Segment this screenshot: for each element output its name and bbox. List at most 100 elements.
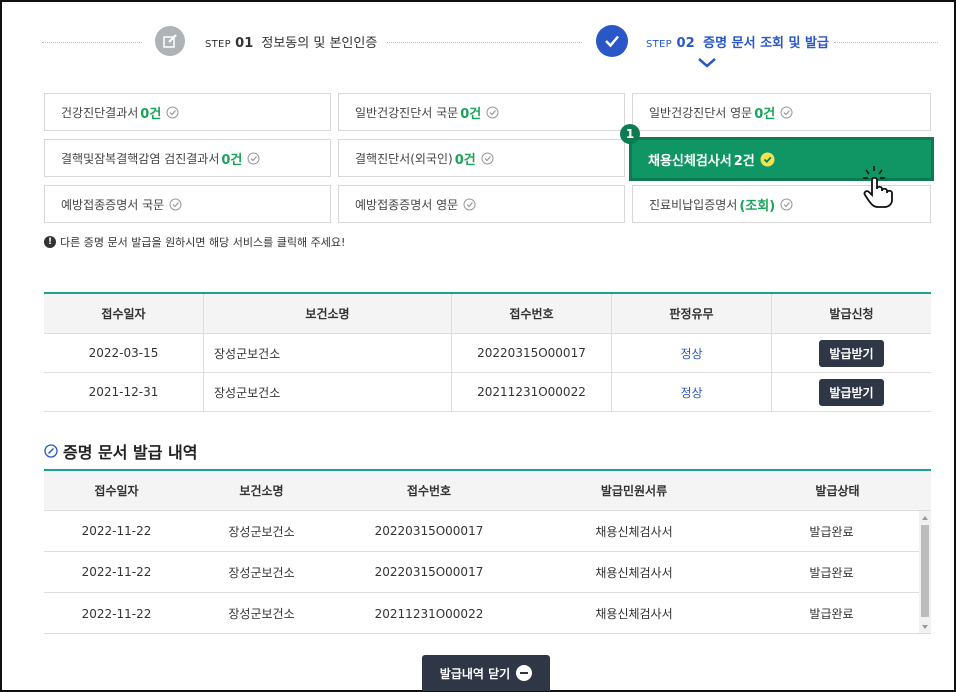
table-row: 2022-03-15 장성군보건소 20220315O00017 정상 발급받기 xyxy=(44,334,931,373)
col-header: 발급민원서류 xyxy=(600,484,668,498)
cell-status: 발급완료 xyxy=(809,565,854,580)
check-circle-icon xyxy=(169,198,182,210)
cell-status: 발급완료 xyxy=(809,607,854,621)
doc-label: 결핵및잠복결핵감염 검진결과서 xyxy=(61,151,220,166)
check-circle-icon xyxy=(780,106,793,118)
doc-label: 예방접종증명서 영문 xyxy=(355,197,459,212)
cell-doc: 채용신체검사서 xyxy=(595,565,673,580)
history-table-body[interactable]: 2022-11-22 장성군보건소 20220315O00017 채용신체검사서… xyxy=(44,511,931,634)
check-circle-icon xyxy=(481,152,494,164)
table-row: 2022-11-22 장성군보건소 20220315O00017 채용신체검사서… xyxy=(44,552,931,593)
doc-count: 0건 xyxy=(460,106,482,122)
doc-label: 건강진단결과서 xyxy=(61,105,139,120)
scroll-down-icon[interactable] xyxy=(922,625,928,629)
callout-number-badge: 1 xyxy=(620,124,640,144)
table-row: 2022-11-22 장성군보건소 20211231O00022 채용신체검사서… xyxy=(44,593,931,633)
doc-label: 진료비납입증명서 xyxy=(649,197,738,212)
doc-label: 채용신체검사서 xyxy=(648,153,732,169)
check-icon xyxy=(596,25,628,57)
edit-icon xyxy=(155,26,185,56)
table-header: 접수일자 보건소명 접수번호 발급민원서류 발급상태 xyxy=(44,471,931,511)
cell-date: 2022-11-22 xyxy=(81,565,152,579)
col-header: 보건소명 xyxy=(239,484,284,498)
scroll-up-icon[interactable] xyxy=(922,516,928,520)
cell-date: 2022-11-22 xyxy=(81,524,152,538)
doc-item-tb-foreigner[interactable]: 결핵진단서(외국인) 0건 xyxy=(338,139,625,177)
check-circle-icon xyxy=(166,106,179,118)
step-divider xyxy=(387,42,582,43)
notice-message: 다른 증명 문서 발급을 원하시면 해당 서비스를 클릭해 주세요! xyxy=(60,236,346,249)
step-1: STEP 01 정보동의 및 본인인증 xyxy=(205,32,377,51)
col-header: 발급신청 xyxy=(829,307,874,321)
doc-item-general-kr[interactable]: 일반건강진단서 국문 0건 xyxy=(338,93,625,131)
doc-label: 일반건강진단서 영문 xyxy=(649,105,753,120)
doc-count: 0건 xyxy=(221,152,243,168)
step-1-number: 01 xyxy=(235,36,254,51)
table-row: 2022-11-22 장성군보건소 20220315O00017 채용신체검사서… xyxy=(44,511,931,552)
doc-count: 0건 xyxy=(754,106,776,122)
col-header: 보건소명 xyxy=(204,294,452,333)
history-section-title: 증명 문서 발급 내역 xyxy=(44,439,197,463)
step-1-prefix: STEP xyxy=(205,39,232,50)
edit-circle-icon xyxy=(44,444,58,458)
chevron-down-icon xyxy=(698,58,716,68)
doc-label: 일반건강진단서 국문 xyxy=(355,105,459,120)
col-header: 접수번호 xyxy=(406,484,452,498)
doc-item-vaccination-en[interactable]: 예방접종증명서 영문 xyxy=(338,185,625,223)
cell-receipt-no: 20220315O00017 xyxy=(374,524,484,538)
notice-text: ! 다른 증명 문서 발급을 원하시면 해당 서비스를 클릭해 주세요! xyxy=(44,234,345,250)
step-divider xyxy=(42,42,142,43)
doc-count: (조회) xyxy=(739,198,776,214)
cell-action: 발급받기 xyxy=(772,339,931,367)
cell-date: 2022-03-15 xyxy=(44,334,204,372)
cell-date: 2022-11-22 xyxy=(81,606,152,621)
cell-date: 2021-12-31 xyxy=(44,373,204,411)
col-header: 발급상태 xyxy=(815,484,860,498)
cell-result: 정상 xyxy=(612,334,772,372)
history-title-text: 증명 문서 발급 내역 xyxy=(63,443,198,462)
hand-pointer-icon xyxy=(863,166,893,208)
doc-count: 2건 xyxy=(733,153,755,169)
scroll-thumb[interactable] xyxy=(921,525,929,617)
cell-doc: 채용신체검사서 xyxy=(595,524,673,539)
doc-label: 결핵진단서(외국인) xyxy=(355,151,453,166)
minus-circle-icon xyxy=(516,665,533,681)
cell-receipt-no: 20211231O00022 xyxy=(452,373,612,411)
cell-center: 장성군보건소 xyxy=(204,334,452,372)
doc-count: 0건 xyxy=(454,152,476,168)
cell-receipt-no: 20220315O00017 xyxy=(452,334,612,372)
step-2: STEP 02 증명 문서 조회 및 발급 xyxy=(646,32,829,51)
close-history-button[interactable]: 발급내역 닫기 xyxy=(422,655,550,691)
table-row: 2021-12-31 장성군보건소 20211231O00022 정상 발급받기 xyxy=(44,373,931,412)
col-header: 접수일자 xyxy=(94,484,139,498)
step-indicator: STEP 01 정보동의 및 본인인증 STEP 02 증명 문서 조회 및 발… xyxy=(42,20,938,68)
col-header: 판정유무 xyxy=(612,294,772,333)
page-frame: STEP 01 정보동의 및 본인인증 STEP 02 증명 문서 조회 및 발… xyxy=(0,0,956,692)
check-circle-icon xyxy=(760,152,775,166)
exclamation-icon: ! xyxy=(44,236,56,248)
doc-item-general-en[interactable]: 일반건강진단서 영문 0건 xyxy=(632,93,931,131)
check-circle-icon xyxy=(247,152,260,164)
doc-item-health-result[interactable]: 건강진단결과서 0건 xyxy=(44,93,331,131)
close-history-label: 발급내역 닫기 xyxy=(439,666,511,681)
step-2-number: 02 xyxy=(676,36,695,51)
cell-doc: 채용신체검사서 xyxy=(595,607,673,621)
doc-item-vaccination-kr[interactable]: 예방접종증명서 국문 xyxy=(44,185,331,223)
col-header: 접수일자 xyxy=(44,294,204,333)
col-header: 접수번호 xyxy=(452,294,612,333)
step-2-prefix: STEP xyxy=(646,39,673,50)
issue-button[interactable]: 발급받기 xyxy=(819,339,884,367)
step-divider xyxy=(834,42,938,43)
check-circle-icon xyxy=(463,198,476,210)
cell-center: 장성군보건소 xyxy=(228,565,295,580)
issue-button[interactable]: 발급받기 xyxy=(819,378,884,406)
doc-item-tb-screening[interactable]: 결핵및잠복결핵감염 검진결과서 0건 xyxy=(44,139,331,177)
cell-result: 정상 xyxy=(612,373,772,411)
cell-status: 발급완료 xyxy=(809,524,854,539)
vertical-scrollbar[interactable] xyxy=(919,511,931,633)
cell-center: 장성군보건소 xyxy=(204,373,452,411)
table-header: 접수일자 보건소명 접수번호 판정유무 발급신청 xyxy=(44,294,931,334)
doc-count: 0건 xyxy=(140,106,162,122)
doc-label: 예방접종증명서 국문 xyxy=(61,197,165,212)
cell-action: 발급받기 xyxy=(772,378,931,406)
